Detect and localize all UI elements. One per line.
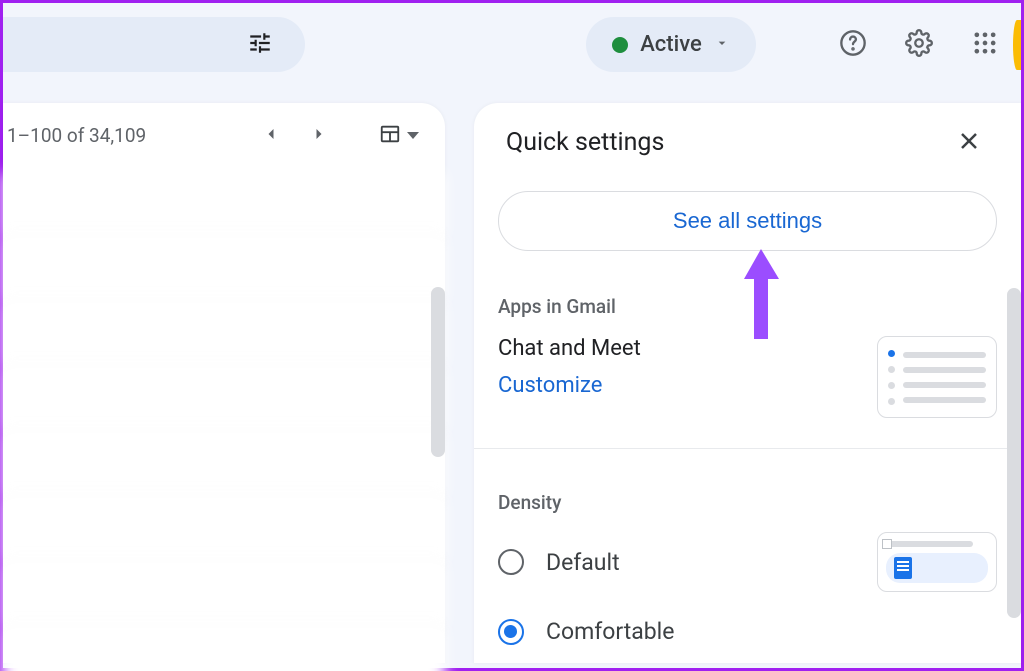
apps-button[interactable] <box>961 21 1009 69</box>
chevron-down-icon <box>714 35 730 55</box>
dropdown-caret-icon <box>407 132 419 139</box>
chevron-right-icon <box>309 124 329 147</box>
quick-settings-title: Quick settings <box>506 128 664 157</box>
panel-scrollbar[interactable] <box>1007 288 1021 618</box>
mail-row[interactable] <box>3 173 445 238</box>
split-pane-button[interactable] <box>371 117 427 154</box>
status-dot-icon <box>612 37 628 53</box>
gear-icon <box>905 29 933 60</box>
settings-button[interactable] <box>895 21 943 69</box>
mail-row[interactable] <box>3 498 445 563</box>
apps-preview-thumbnail <box>877 336 997 418</box>
mail-scrollbar[interactable] <box>431 287 445 457</box>
prev-page-button[interactable] <box>251 115 291 155</box>
close-icon <box>957 129 981 156</box>
close-button[interactable] <box>949 122 989 162</box>
density-label: Comfortable <box>546 618 674 645</box>
mail-row[interactable] <box>3 303 445 368</box>
radio-icon <box>498 549 524 575</box>
apps-section-label: Apps in Gmail <box>498 295 997 318</box>
mail-row[interactable] <box>3 628 445 671</box>
density-option-default[interactable]: Default <box>498 532 997 592</box>
density-section-label: Density <box>498 491 997 514</box>
mail-row[interactable] <box>3 563 445 628</box>
next-page-button[interactable] <box>299 115 339 155</box>
radio-selected-icon <box>498 619 524 645</box>
status-label: Active <box>640 32 702 57</box>
split-pane-icon <box>379 123 401 148</box>
mail-row[interactable] <box>3 433 445 498</box>
mail-list-panel: 1–100 of 34,109 <box>3 103 445 663</box>
search-filter-pill[interactable] <box>3 17 305 72</box>
mail-row[interactable] <box>3 238 445 303</box>
chat-meet-heading: Chat and Meet <box>498 336 641 361</box>
density-label: Default <box>546 549 620 576</box>
density-option-comfortable[interactable]: Comfortable <box>498 618 997 645</box>
see-all-settings-button[interactable]: See all settings <box>498 191 997 251</box>
customize-link[interactable]: Customize <box>498 373 641 398</box>
status-chip[interactable]: Active <box>586 17 756 72</box>
quick-settings-panel: Quick settings See all settings Apps in … <box>474 103 1021 663</box>
help-button[interactable] <box>829 21 877 69</box>
chevron-left-icon <box>261 124 281 147</box>
apps-grid-icon <box>971 29 999 60</box>
page-range-label: 1–100 of 34,109 <box>7 124 146 147</box>
tune-icon <box>247 30 273 60</box>
mail-list <box>3 167 445 671</box>
help-icon <box>839 29 867 60</box>
density-preview-thumbnail <box>877 532 997 592</box>
account-avatar[interactable] <box>1013 20 1021 70</box>
mail-row[interactable] <box>3 368 445 433</box>
